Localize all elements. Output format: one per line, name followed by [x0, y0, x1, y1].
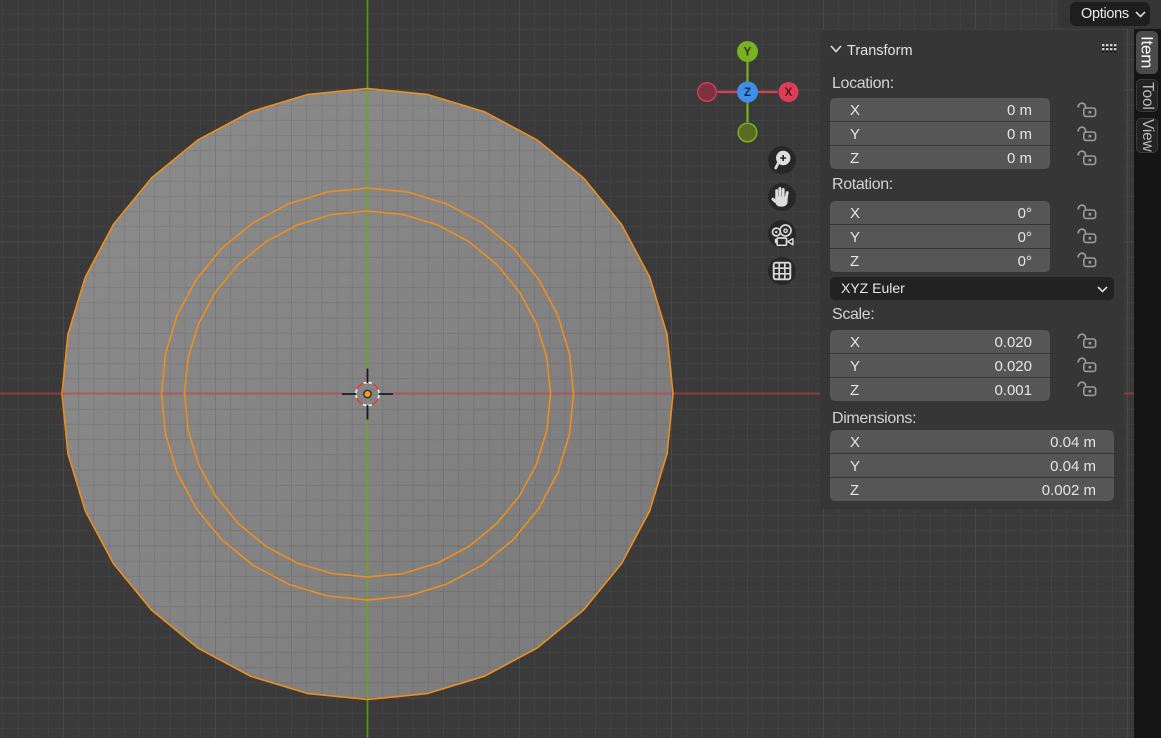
svg-text:Y: Y — [744, 46, 752, 58]
svg-text:X: X — [785, 87, 793, 99]
svg-text:Z: Z — [744, 87, 751, 99]
